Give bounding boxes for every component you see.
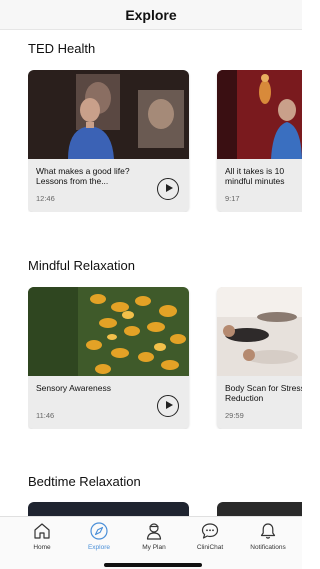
bell-icon [260, 523, 276, 539]
tab-label: Notifications [250, 544, 286, 551]
card-title: Sensory Awareness [36, 383, 111, 393]
tab-label: My Plan [142, 544, 166, 551]
tab-home[interactable]: Home [14, 521, 70, 551]
video-card[interactable]: Sensory Awareness 11:46 [28, 287, 189, 429]
carousel-ted-health[interactable]: What makes a good life? Lessons from the… [28, 70, 302, 212]
bottom-tab-bar: Home Explore My Plan CliniChat Notificat… [0, 516, 302, 569]
video-card[interactable] [217, 502, 302, 516]
tab-label: Home [33, 544, 51, 551]
section-title-bedtime-relaxation: Bedtime Relaxation [28, 474, 141, 489]
section-title-mindful-relaxation: Mindful Relaxation [28, 258, 135, 273]
tab-my-plan[interactable]: My Plan [126, 521, 182, 551]
play-button[interactable] [157, 178, 179, 200]
video-thumbnail [217, 70, 302, 159]
tab-label: Explore [87, 544, 111, 551]
card-duration: 12:46 [36, 194, 55, 203]
tab-notifications[interactable]: Notifications [240, 521, 296, 551]
card-title: Body Scan for Stress Reduction [225, 383, 302, 403]
play-button[interactable] [157, 395, 179, 417]
video-thumbnail [28, 287, 189, 376]
video-card[interactable]: All it takes is 10 mindful minutes 9:17 [217, 70, 302, 212]
top-bar: Explore [0, 0, 302, 30]
tab-clinichat[interactable]: CliniChat [182, 521, 238, 551]
compass-icon [90, 522, 108, 540]
video-thumbnail [28, 70, 189, 159]
page-title: Explore [125, 7, 177, 23]
video-card[interactable]: Body Scan for Stress Reduction 29:59 [217, 287, 302, 429]
person-icon [146, 523, 162, 540]
video-thumbnail [217, 287, 302, 376]
card-title: What makes a good life? Lessons from the… [36, 166, 130, 186]
card-duration: 9:17 [225, 194, 240, 203]
carousel-bedtime-relaxation[interactable] [28, 502, 302, 516]
home-indicator [104, 563, 202, 567]
card-duration: 29:59 [225, 411, 244, 420]
home-icon [34, 523, 50, 539]
tab-explore[interactable]: Explore [71, 521, 127, 551]
chat-bubble-icon [201, 523, 219, 539]
card-title: All it takes is 10 mindful minutes [225, 166, 285, 186]
video-card[interactable]: What makes a good life? Lessons from the… [28, 70, 189, 212]
carousel-mindful-relaxation[interactable]: Sensory Awareness 11:46 Body Scan for St… [28, 287, 302, 429]
card-duration: 11:46 [36, 411, 55, 420]
video-card[interactable] [28, 502, 189, 516]
tab-label: CliniChat [196, 544, 224, 551]
section-title-ted-health: TED Health [28, 41, 96, 56]
